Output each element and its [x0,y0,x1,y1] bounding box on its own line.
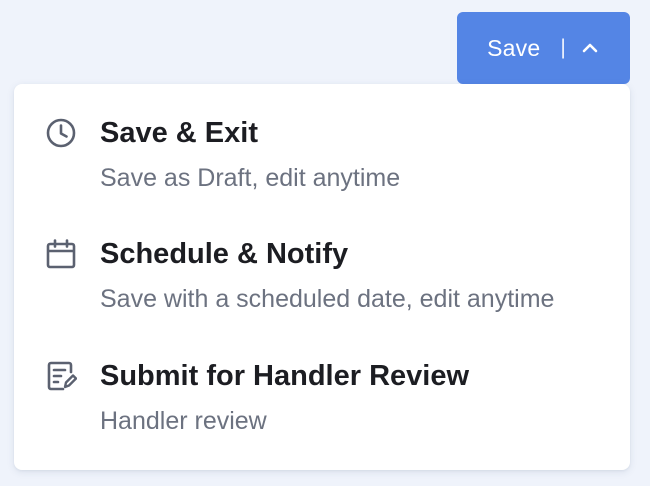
menu-item-description: Save with a scheduled date, edit anytime [100,285,555,313]
menu-item-title: Schedule & Notify [100,238,349,270]
split-divider: | [560,36,566,59]
save-split-button[interactable]: Save | [457,12,630,84]
clock-icon [45,117,77,149]
menu-item-schedule-notify[interactable]: Schedule & Notify Save with a scheduled … [14,205,630,325]
menu-item-title: Submit for Handler Review [100,360,470,392]
calendar-icon [45,238,77,270]
edit-document-icon [45,360,77,392]
menu-item-description: Handler review [100,407,267,435]
chevron-up-icon[interactable] [580,38,600,58]
save-options-menu: Save & Exit Save as Draft, edit anytime … [14,84,630,470]
menu-item-title: Save & Exit [100,117,258,149]
save-button-label[interactable]: Save [487,35,540,62]
menu-item-description: Save as Draft, edit anytime [100,164,401,192]
menu-item-save-exit[interactable]: Save & Exit Save as Draft, edit anytime [14,84,630,204]
menu-item-submit-review[interactable]: Submit for Handler Review Handler review [14,327,630,447]
